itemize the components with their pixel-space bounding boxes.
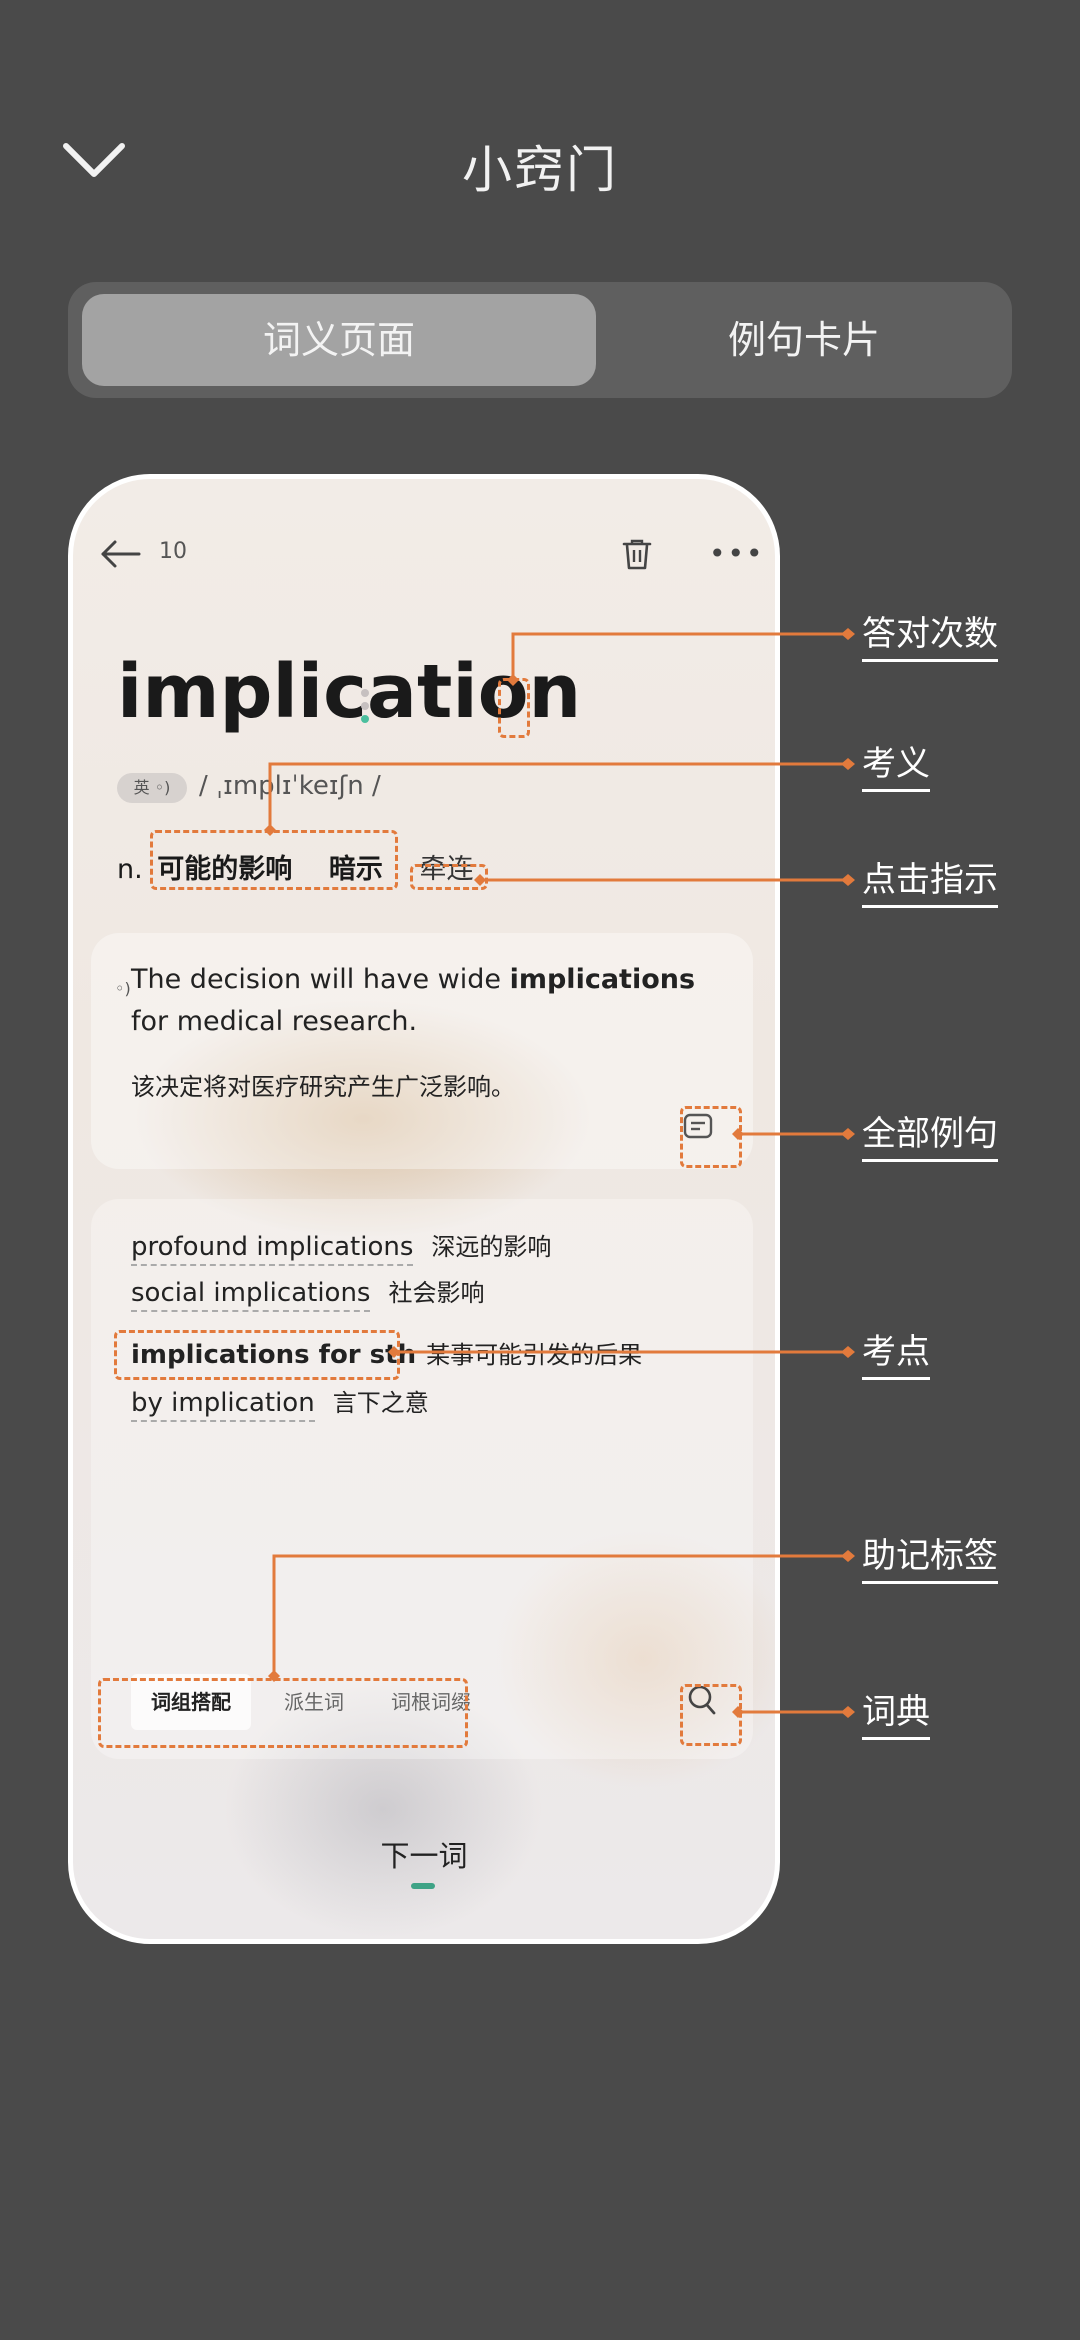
label-tap-hint: 点击指示	[862, 852, 998, 908]
highlight-box-test-point	[114, 1330, 400, 1380]
highlight-box-all-examples	[680, 1106, 742, 1168]
pronunciation-badge[interactable]: 英 ◦)	[117, 773, 187, 803]
word-counter: 10	[159, 539, 187, 564]
example-card: ◦) The decision will have wide implicati…	[91, 933, 753, 1169]
label-correct-count: 答对次数	[862, 606, 998, 662]
tab-example-cards[interactable]: 例句卡片	[608, 294, 1000, 386]
next-word-button[interactable]: 下一词	[73, 1833, 775, 1875]
trash-icon[interactable]	[621, 537, 653, 571]
part-of-speech: n.	[117, 854, 143, 885]
phrase-row[interactable]: profound implications 深远的影响	[131, 1227, 551, 1266]
phrase-card: profound implications 深远的影响 social implic…	[91, 1199, 753, 1759]
highlight-box-mnemonic-tags	[98, 1678, 468, 1748]
example-translation: 该决定将对医疗研究产生广泛影响。	[131, 1073, 515, 1101]
dot	[361, 689, 369, 697]
phrase-row[interactable]: by implication 言下之意	[131, 1383, 429, 1422]
dot	[361, 715, 369, 723]
highlight-box-dictionary	[680, 1684, 742, 1746]
label-all-examples: 全部例句	[862, 1106, 998, 1162]
highlight-box-tap-hint	[410, 864, 488, 890]
next-word-indicator	[411, 1883, 435, 1889]
back-arrow-icon[interactable]	[99, 539, 141, 569]
dot	[361, 702, 369, 710]
more-icon[interactable]: •••	[709, 539, 765, 569]
example-sentence: The decision will have wide implications…	[131, 964, 696, 1037]
correct-count-dots	[361, 689, 369, 728]
page-title: 小窍门	[462, 141, 618, 199]
segmented-control: 词义页面 例句卡片	[68, 282, 1012, 398]
label-tested-meaning: 考义	[862, 736, 930, 792]
highlight-box-correct-count	[498, 678, 530, 738]
phrase-row[interactable]: social implications 社会影响	[131, 1273, 484, 1312]
phonetic: / ˌɪmplɪˈkeɪʃn /	[199, 771, 381, 801]
label-test-point: 考点	[862, 1324, 930, 1380]
label-dictionary: 词典	[862, 1684, 930, 1740]
label-mnemonic-tags: 助记标签	[862, 1528, 998, 1584]
tab-meaning-page[interactable]: 词义页面	[82, 294, 596, 386]
speaker-icon[interactable]: ◦)	[115, 979, 131, 998]
highlight-box-tested-meaning	[150, 830, 398, 890]
